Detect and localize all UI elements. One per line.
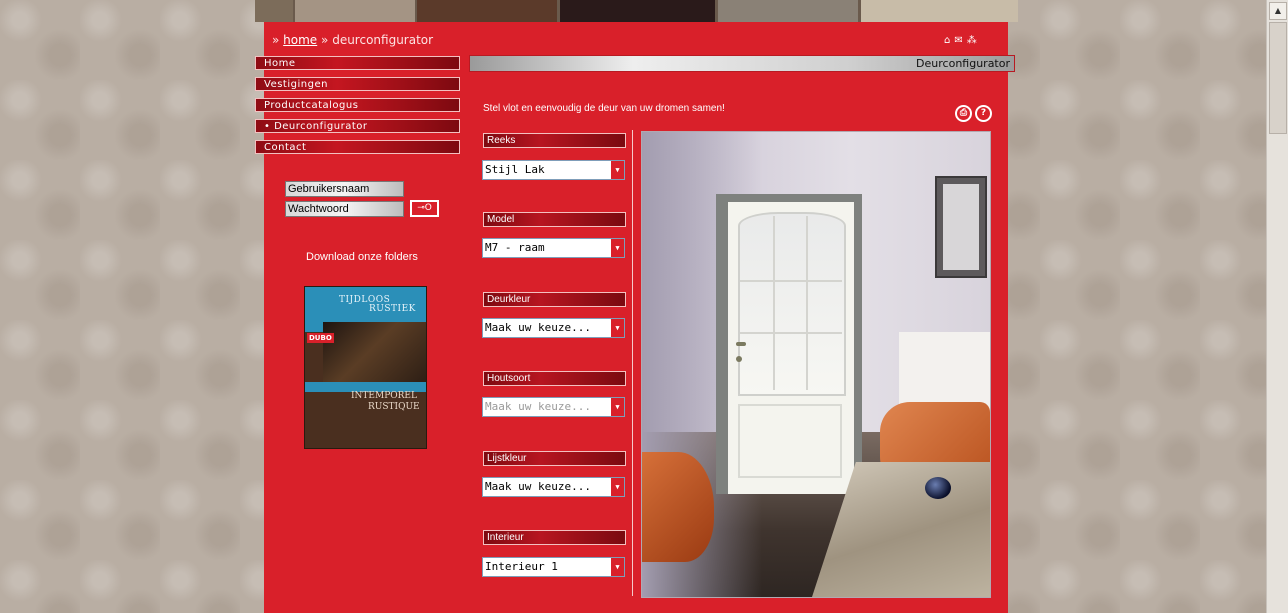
chevron-down-icon[interactable]: ▼ <box>610 161 624 179</box>
print-icon[interactable]: ⎙ <box>955 105 972 122</box>
divider <box>632 130 633 596</box>
preview-chair <box>642 452 714 562</box>
help-icons: ⎙? <box>955 100 995 122</box>
download-folders-label: Download onze folders <box>306 251 418 263</box>
intro-text: Stel vlot en eenvoudig de deur van uw dr… <box>483 103 725 114</box>
chevron-down-icon[interactable]: ▼ <box>610 239 624 257</box>
folder-cover-bottom-line2: RUSTIQUE <box>368 402 420 412</box>
select-model[interactable]: M7 - raam ▼ <box>482 238 625 258</box>
label-model: Model <box>483 212 626 227</box>
select-lijstkleur[interactable]: Maak uw keuze... ▼ <box>482 477 625 497</box>
select-reeks[interactable]: Stijl Lak ▼ <box>482 160 625 180</box>
folder-cover-thumbnail[interactable]: TIJDLOOS RUSTIEK DUBO INTEMPOREL RUSTIQU… <box>304 286 427 449</box>
door-preview-image <box>641 131 991 598</box>
label-interieur: Interieur <box>483 530 626 545</box>
breadcrumb: » home » deurconfigurator <box>272 33 433 47</box>
folder-cover-photo <box>323 322 426 387</box>
preview-door <box>728 202 854 494</box>
page-header-bar: Deurconfigurator <box>469 55 1015 72</box>
breadcrumb-prefix: » <box>272 33 280 47</box>
scroll-thumb[interactable] <box>1269 22 1287 134</box>
label-deurkleur: Deurkleur <box>483 292 626 307</box>
page-title: Deurconfigurator <box>916 57 1010 70</box>
select-houtsoort[interactable]: Maak uw keuze... ▼ <box>482 397 625 417</box>
select-deurkleur-value: Maak uw keuze... <box>485 321 591 334</box>
label-reeks: Reeks <box>483 133 626 148</box>
header-banner-strip <box>255 0 1018 22</box>
preview-picture-frame <box>935 176 987 278</box>
select-reeks-value: Stijl Lak <box>485 163 545 176</box>
folder-cover-brand-logo: DUBO <box>307 333 334 343</box>
username-field[interactable]: Gebruikersnaam <box>285 181 404 197</box>
label-lijstkleur: Lijstkleur <box>483 451 626 466</box>
select-interieur-value: Interieur 1 <box>485 560 558 573</box>
chevron-down-icon[interactable]: ▼ <box>610 319 624 337</box>
folder-cover-title-line2: RUSTIEK <box>369 304 416 314</box>
nav-item-productcatalogus[interactable]: Productcatalogus <box>255 98 460 112</box>
nav-item-deurconfigurator[interactable]: • Deurconfigurator <box>255 119 460 133</box>
help-icon[interactable]: ? <box>975 105 992 122</box>
breadcrumb-separator: » <box>321 33 329 47</box>
nav-item-contact[interactable]: Contact <box>255 140 460 154</box>
select-model-value: M7 - raam <box>485 241 545 254</box>
scrollbar[interactable]: ▲ <box>1266 0 1288 613</box>
select-lijstkleur-value: Maak uw keuze... <box>485 480 591 493</box>
label-houtsoort: Houtsoort <box>483 371 626 386</box>
select-houtsoort-value: Maak uw keuze... <box>485 400 591 413</box>
nav-item-home[interactable]: Home <box>255 56 460 70</box>
chevron-down-icon[interactable]: ▼ <box>610 558 624 576</box>
folder-cover-bottom-line1: INTEMPOREL <box>351 391 417 401</box>
preview-ornament <box>925 477 951 499</box>
chevron-down-icon[interactable]: ▼ <box>610 398 624 416</box>
home-icon[interactable]: ⌂ <box>944 35 954 46</box>
sitemap-icon[interactable]: ⁂ <box>967 35 981 46</box>
mail-icon[interactable]: ✉ <box>954 35 966 46</box>
nav-item-vestigingen[interactable]: Vestigingen <box>255 77 460 91</box>
key-icon: ⊸O <box>417 203 432 213</box>
chevron-down-icon[interactable]: ▼ <box>610 478 624 496</box>
select-interieur[interactable]: Interieur 1 ▼ <box>482 557 625 577</box>
password-field[interactable]: Wachtwoord <box>285 201 404 217</box>
top-icons: ⌂✉⁂ <box>944 35 981 46</box>
scroll-up-arrow-icon[interactable]: ▲ <box>1269 2 1287 20</box>
login-button[interactable]: ⊸O <box>410 200 439 217</box>
breadcrumb-current: deurconfigurator <box>332 33 434 47</box>
select-deurkleur[interactable]: Maak uw keuze... ▼ <box>482 318 625 338</box>
breadcrumb-home-link[interactable]: home <box>283 33 317 47</box>
